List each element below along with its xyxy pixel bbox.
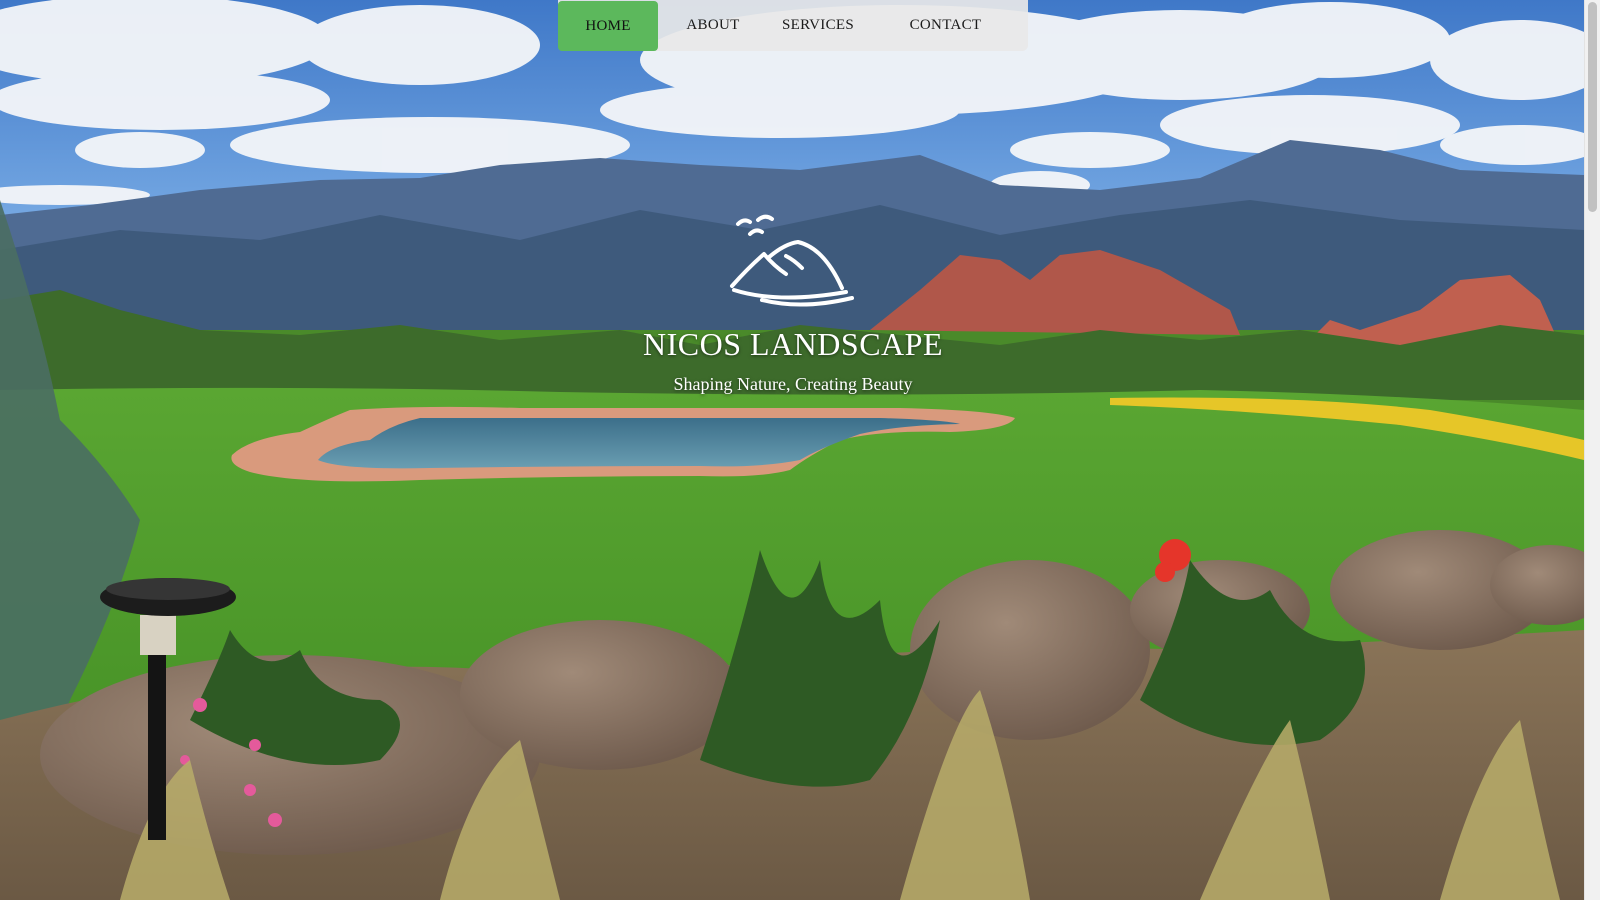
- nav-services-link[interactable]: SERVICES: [768, 0, 868, 51]
- brand-tagline: Shaping Nature, Creating Beauty: [673, 374, 913, 394]
- nav-home-link[interactable]: HOME: [558, 1, 658, 51]
- main-navigation: HOME ABOUT SERVICES CONTACT: [558, 0, 1028, 51]
- scrollbar-thumb[interactable]: [1588, 2, 1597, 212]
- hero-section: HOME ABOUT SERVICES CONTACT NICOS LANDSC…: [0, 0, 1584, 900]
- mountain-birds-logo-icon: [730, 214, 854, 307]
- page-scrollbar[interactable]: [1584, 0, 1600, 900]
- nav-about-link[interactable]: ABOUT: [658, 0, 768, 51]
- brand-title: NICOS LANDSCAPE: [643, 326, 943, 362]
- nav-contact-link[interactable]: CONTACT: [868, 0, 1023, 51]
- hero-background-image: [0, 0, 1584, 900]
